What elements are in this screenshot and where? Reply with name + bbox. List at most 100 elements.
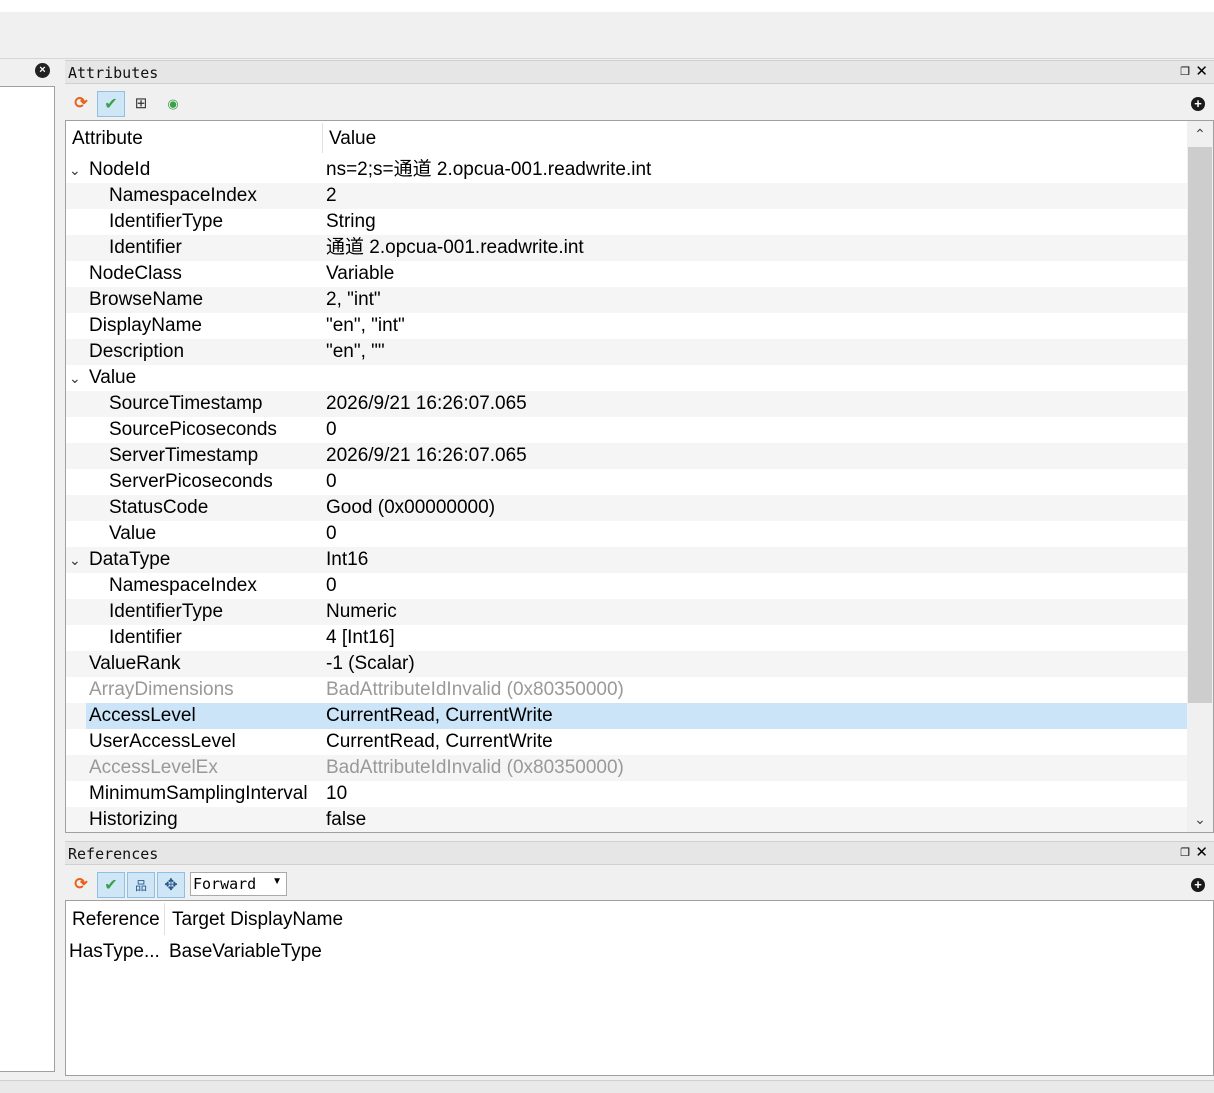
- attribute-name: Identifier: [109, 627, 182, 648]
- attribute-value: 2, "int": [326, 289, 381, 310]
- attribute-value: Numeric: [326, 601, 397, 622]
- target-dot-icon[interactable]: ◉: [159, 91, 187, 117]
- table-row[interactable]: AccessLevel CurrentRead, CurrentWrite: [66, 703, 1187, 729]
- top-strip: [0, 0, 1214, 12]
- selection-highlight: [86, 703, 1187, 729]
- attribute-value: 2: [326, 185, 337, 206]
- attribute-name: Value: [89, 367, 137, 388]
- tree-icon[interactable]: ⊞: [127, 91, 155, 117]
- attributes-table[interactable]: Attribute Value ⌄ NodeId ns=2;s=通道 2.opcua…: [65, 120, 1214, 833]
- expand-chevron-icon[interactable]: ⌄: [69, 157, 81, 183]
- attribute-name: AccessLevelEx: [89, 757, 218, 778]
- table-row[interactable]: SourcePicoseconds 0: [66, 417, 1187, 443]
- attribute-value: 0: [326, 575, 337, 596]
- scroll-thumb[interactable]: [1188, 147, 1212, 703]
- hierarchy-icon[interactable]: 品: [127, 872, 155, 898]
- table-row[interactable]: ValueRank -1 (Scalar): [66, 651, 1187, 677]
- refresh-icon[interactable]: ⟳: [67, 872, 95, 898]
- attribute-name: NodeClass: [89, 263, 182, 284]
- table-row[interactable]: ⌄ NodeId ns=2;s=通道 2.opcua-001.readwrite.i…: [66, 157, 1187, 183]
- left-dock-panel[interactable]: [0, 86, 55, 1072]
- attributes-scrollbar[interactable]: ⌃ ⌄: [1187, 121, 1213, 832]
- table-row[interactable]: Identifier 4 [Int16]: [66, 625, 1187, 651]
- attribute-name: Value: [109, 523, 157, 544]
- add-icon[interactable]: +: [1191, 878, 1205, 892]
- table-row[interactable]: BrowseName 2, "int": [66, 287, 1187, 313]
- attributes-float-icon[interactable]: ❐: [1180, 65, 1190, 78]
- table-row[interactable]: MinimumSamplingInterval 10: [66, 781, 1187, 807]
- scroll-down-icon[interactable]: ⌄: [1187, 808, 1213, 830]
- add-icon[interactable]: +: [1191, 97, 1205, 111]
- references-close-icon[interactable]: ✕: [1195, 843, 1208, 861]
- expand-chevron-icon[interactable]: ⌄: [69, 365, 81, 391]
- attribute-value: 2026/9/21 16:26:07.065: [326, 393, 527, 414]
- table-row[interactable]: NodeClass Variable: [66, 261, 1187, 287]
- column-header-attribute[interactable]: Attribute: [72, 128, 143, 150]
- table-row[interactable]: ArrayDimensions BadAttributeIdInvalid (0x…: [66, 677, 1187, 703]
- table-row[interactable]: Identifier 通道 2.opcua-001.readwrite.int: [66, 235, 1187, 261]
- attribute-name: Description: [89, 341, 185, 362]
- attribute-value: 2026/9/21 16:26:07.065: [326, 445, 527, 466]
- table-row[interactable]: Value 0: [66, 521, 1187, 547]
- attribute-value: 通道 2.opcua-001.readwrite.int: [326, 237, 584, 258]
- column-separator: [164, 903, 165, 935]
- attribute-value: Int16: [326, 549, 369, 570]
- column-header-target-displayname[interactable]: Target DisplayName: [172, 909, 343, 931]
- attribute-value: false: [326, 809, 367, 830]
- attribute-name: MinimumSamplingInterval: [89, 783, 308, 804]
- refresh-icon[interactable]: ⟳: [67, 91, 95, 117]
- table-row[interactable]: DisplayName "en", "int": [66, 313, 1187, 339]
- attribute-name: NamespaceIndex: [109, 575, 257, 596]
- check-icon[interactable]: ✔: [97, 91, 125, 117]
- table-row[interactable]: UserAccessLevel CurrentRead, CurrentWrite: [66, 729, 1187, 755]
- attributes-title: Attributes: [68, 64, 159, 82]
- attributes-title-bar: Attributes ❐ ✕: [65, 60, 1214, 84]
- status-bar: [0, 1080, 1214, 1093]
- move-icon[interactable]: ✥: [157, 872, 185, 898]
- scroll-up-icon[interactable]: ⌃: [1187, 123, 1213, 145]
- attribute-name: ServerTimestamp: [109, 445, 259, 466]
- attributes-close-icon[interactable]: ✕: [1195, 62, 1208, 80]
- table-row[interactable]: NamespaceIndex 2: [66, 183, 1187, 209]
- attribute-name: AccessLevel: [89, 705, 196, 726]
- table-row[interactable]: ServerTimestamp 2026/9/21 16:26:07.065: [66, 443, 1187, 469]
- attribute-value: 0: [326, 523, 337, 544]
- attribute-name: ValueRank: [89, 653, 181, 674]
- table-row[interactable]: StatusCode Good (0x00000000): [66, 495, 1187, 521]
- attribute-name: Historizing: [89, 809, 178, 830]
- attribute-name: ServerPicoseconds: [109, 471, 273, 492]
- check-icon[interactable]: ✔: [97, 872, 125, 898]
- attribute-value: "en", "int": [326, 315, 405, 336]
- table-row[interactable]: IdentifierType Numeric: [66, 599, 1187, 625]
- attribute-name: NamespaceIndex: [109, 185, 257, 206]
- attribute-value: 0: [326, 419, 337, 440]
- table-row[interactable]: Description "en", "": [66, 339, 1187, 365]
- table-row[interactable]: IdentifierType String: [66, 209, 1187, 235]
- table-row[interactable]: Historizing false: [66, 807, 1187, 832]
- table-row[interactable]: NamespaceIndex 0: [66, 573, 1187, 599]
- table-row[interactable]: ⌄ Value: [66, 365, 1187, 391]
- expand-chevron-icon[interactable]: ⌄: [69, 547, 81, 573]
- table-row[interactable]: ServerPicoseconds 0: [66, 469, 1187, 495]
- column-header-reference[interactable]: Reference: [72, 909, 160, 931]
- column-header-value[interactable]: Value: [329, 128, 376, 150]
- table-row[interactable]: SourceTimestamp 2026/9/21 16:26:07.065: [66, 391, 1187, 417]
- attribute-value: 10: [326, 783, 348, 804]
- attribute-name: StatusCode: [109, 497, 209, 518]
- attribute-value: -1 (Scalar): [326, 653, 415, 674]
- attribute-value: BadAttributeIdInvalid (0x80350000): [326, 757, 624, 778]
- table-row[interactable]: AccessLevelEx BadAttributeIdInvalid (0x80…: [66, 755, 1187, 781]
- target-cell[interactable]: BaseVariableType: [169, 941, 322, 963]
- attribute-name: IdentifierType: [109, 211, 224, 232]
- attribute-name: NodeId: [89, 159, 151, 180]
- reference-cell[interactable]: HasType...: [69, 941, 160, 963]
- table-row[interactable]: ⌄ DataType Int16: [66, 547, 1187, 573]
- main-toolbar-area: [0, 12, 1214, 59]
- attribute-name: IdentifierType: [109, 601, 224, 622]
- references-table[interactable]: Reference Target DisplayName HasType... …: [65, 900, 1214, 1076]
- direction-select-value: Forward: [193, 875, 257, 893]
- references-float-icon[interactable]: ❐: [1180, 846, 1190, 859]
- attribute-name: Identifier: [109, 237, 182, 258]
- left-dock-close-icon[interactable]: ×: [35, 63, 50, 78]
- direction-select[interactable]: Forward ▼: [190, 872, 287, 896]
